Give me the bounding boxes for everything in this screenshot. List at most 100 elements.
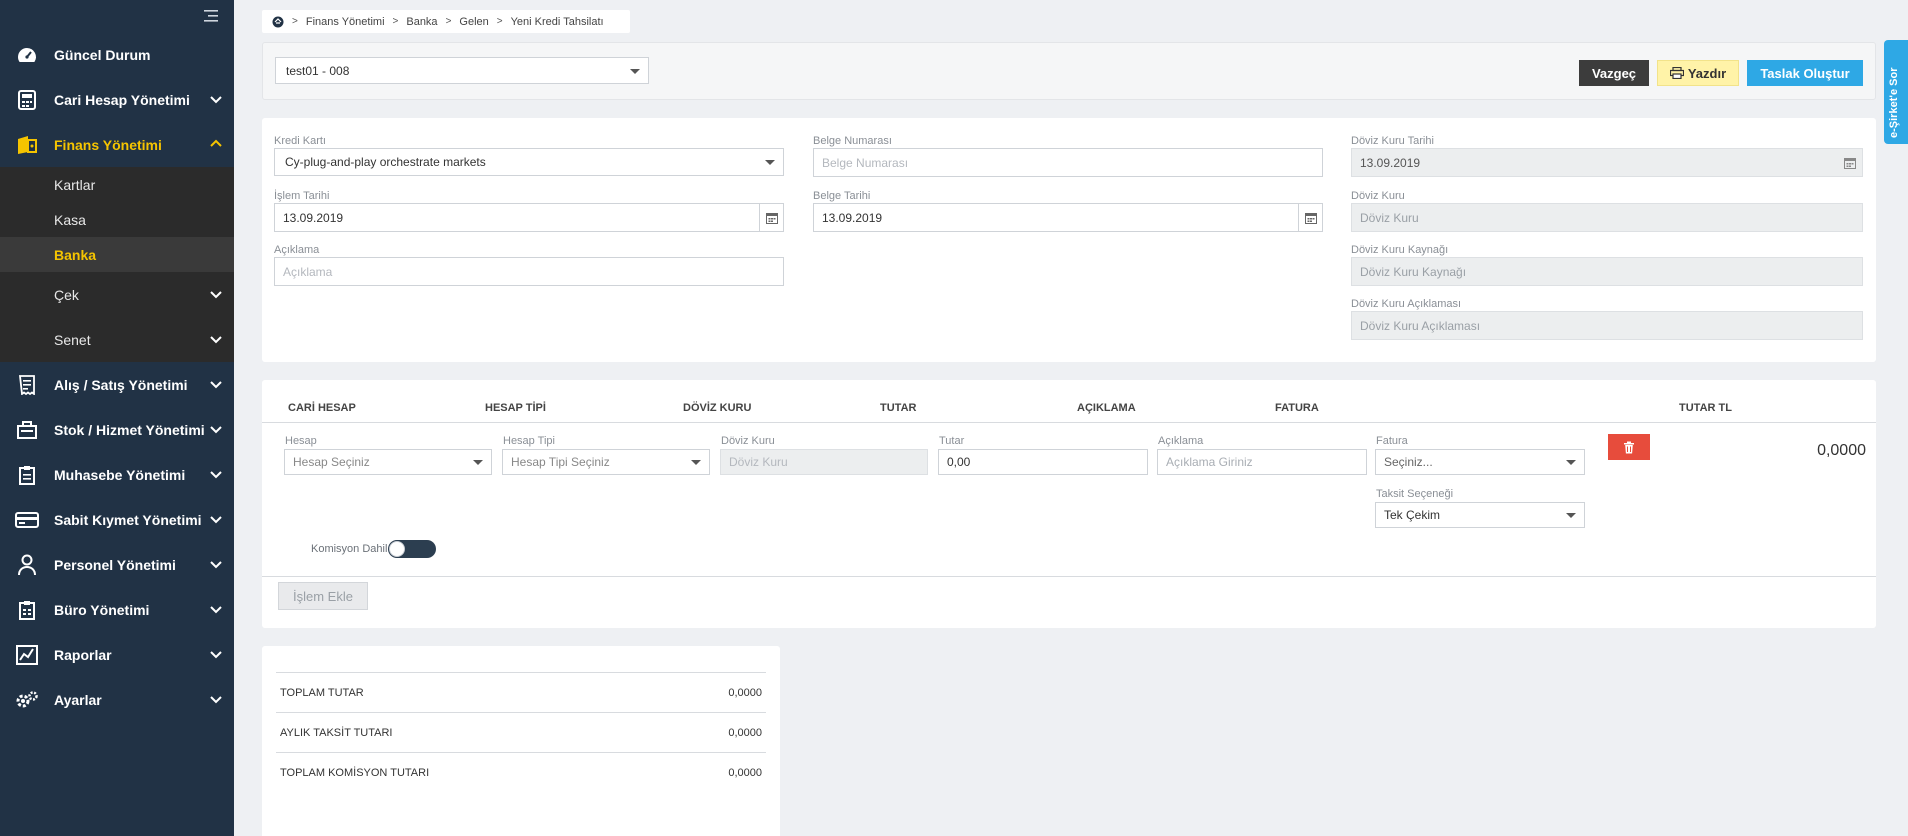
calendar-icon[interactable]: [759, 204, 783, 231]
line-description-input[interactable]: Açıklama Giriniz: [1157, 449, 1367, 475]
sidebar-item-label: Ayarlar: [54, 691, 102, 708]
line-fx-label: Döviz Kuru: [721, 435, 775, 447]
chevron-down-icon: [208, 601, 224, 617]
breadcrumb: > Finans Yönetimi > Banka > Gelen > Yeni…: [262, 10, 630, 33]
submenu-item-cek[interactable]: Çek: [0, 272, 234, 317]
sidebar-item-personel[interactable]: Personel Yönetimi: [0, 542, 234, 587]
calendar-icon: [1838, 149, 1862, 176]
submenu-item-kasa[interactable]: Kasa: [0, 202, 234, 237]
divider: [262, 422, 1876, 423]
sidebar-item-buro[interactable]: Büro Yönetimi: [0, 587, 234, 632]
line-fx-placeholder: Döviz Kuru: [729, 455, 788, 469]
menu-toggle-icon[interactable]: [202, 8, 224, 30]
sidebar-item-label: Personel Yönetimi: [54, 556, 176, 573]
column-header: FATURA: [1275, 402, 1319, 414]
chevron-down-icon: [208, 286, 224, 302]
amount-value: 0,00: [947, 455, 971, 469]
ask-company-label: e-Şirket'e Sor: [1888, 67, 1900, 138]
chevron-down-icon: [208, 466, 224, 482]
column-header: AÇIKLAMA: [1077, 402, 1136, 414]
sidebar-item-stok-hizmet[interactable]: Stok / Hizmet Yönetimi: [0, 407, 234, 452]
account-select[interactable]: Hesap Seçiniz: [284, 449, 492, 475]
submenu-label: Senet: [54, 331, 91, 348]
total-value: 0,0000: [728, 726, 762, 739]
sidebar-item-sabit-kiymet[interactable]: Sabit Kıymet Yönetimi: [0, 497, 234, 542]
caret-down-icon: [691, 460, 701, 465]
cancel-button[interactable]: Vazgeç: [1579, 60, 1649, 86]
total-value: 0,0000: [728, 766, 762, 779]
account-type-select[interactable]: Hesap Tipi Seçiniz: [502, 449, 710, 475]
document-number-input[interactable]: Belge Numarası: [813, 148, 1323, 177]
add-line-button[interactable]: İşlem Ekle: [278, 582, 368, 610]
sidebar-item-ayarlar[interactable]: Ayarlar: [0, 677, 234, 722]
record-select-value: test01 - 008: [286, 63, 350, 78]
amount-input[interactable]: 0,00: [938, 449, 1148, 475]
person-icon: [14, 554, 40, 576]
account-type-label: Hesap Tipi: [503, 435, 555, 447]
create-draft-button[interactable]: Taslak Oluştur: [1747, 60, 1863, 86]
breadcrumb-item[interactable]: Banka: [406, 16, 437, 28]
fx-rate-date-label: Döviz Kuru Tarihi: [1351, 135, 1434, 147]
account-type-value: Hesap Tipi Seçiniz: [511, 455, 610, 469]
commission-toggle[interactable]: [388, 540, 436, 558]
breadcrumb-separator: >: [496, 16, 503, 27]
document-date-input[interactable]: 13.09.2019: [813, 203, 1323, 232]
fx-rate-date-input: 13.09.2019: [1351, 148, 1863, 177]
amount-label: Tutar: [939, 435, 965, 447]
submenu-label: Banka: [54, 246, 97, 263]
document-date-value: 13.09.2019: [822, 210, 883, 225]
document-date-label: Belge Tarihi: [813, 190, 871, 202]
column-header: DÖVİZ KURU: [683, 402, 752, 414]
invoice-select[interactable]: Seçiniz...: [1375, 449, 1585, 475]
breadcrumb-separator: >: [445, 16, 452, 27]
description-input[interactable]: Açıklama: [274, 257, 784, 286]
installment-select[interactable]: Tek Çekim: [1375, 502, 1585, 528]
toggle-knob: [389, 541, 405, 557]
sidebar-item-cari-hesap[interactable]: Cari Hesap Yönetimi: [0, 77, 234, 122]
sidebar-item-alis-satis[interactable]: Alış / Satış Yönetimi: [0, 362, 234, 407]
credit-card-label: Kredi Kartı: [274, 135, 326, 147]
caret-down-icon: [765, 160, 775, 165]
sidebar-item-label: Sabit Kıymet Yönetimi: [54, 511, 202, 528]
create-draft-button-label: Taslak Oluştur: [1760, 65, 1850, 81]
breadcrumb-item[interactable]: Finans Yönetimi: [306, 16, 385, 28]
cancel-button-label: Vazgeç: [1591, 65, 1637, 81]
chevron-down-icon: [208, 421, 224, 437]
print-button[interactable]: Yazdır: [1657, 60, 1739, 86]
sidebar-item-guncel-durum[interactable]: Güncel Durum: [0, 32, 234, 77]
submenu-item-kartlar[interactable]: Kartlar: [0, 167, 234, 202]
breadcrumb-current: Yeni Kredi Tahsilatı: [510, 15, 604, 28]
divider: [262, 576, 1876, 577]
submenu-item-senet[interactable]: Senet: [0, 317, 234, 362]
calendar-icon[interactable]: [1298, 204, 1322, 231]
delete-line-button[interactable]: [1608, 434, 1650, 460]
chart-icon: [14, 644, 40, 666]
sidebar-item-muhasebe[interactable]: Muhasebe Yönetimi: [0, 452, 234, 497]
calculator-icon: [14, 89, 40, 111]
office-icon: [14, 599, 40, 621]
total-value: 0,0000: [728, 686, 762, 699]
finance-icon: [14, 134, 40, 156]
caret-down-icon: [473, 460, 483, 465]
home-icon[interactable]: [272, 16, 284, 28]
credit-card-select[interactable]: Cy-plug-and-play orchestrate markets: [274, 148, 784, 176]
sidebar-item-finans[interactable]: Finans Yönetimi: [0, 122, 234, 167]
record-select[interactable]: test01 - 008: [275, 57, 649, 84]
fx-description-placeholder: Döviz Kuru Açıklaması: [1360, 318, 1481, 333]
amount-tl-value: 0,0000: [1817, 442, 1866, 459]
installment-label: Taksit Seçeneği: [1376, 488, 1454, 500]
transaction-date-input[interactable]: 13.09.2019: [274, 203, 784, 232]
ask-company-tab[interactable]: e-Şirket'e Sor: [1884, 40, 1908, 144]
action-bar: test01 - 008 Vazgeç Yazdır Taslak Oluştu…: [262, 42, 1876, 100]
card-icon: [14, 509, 40, 531]
caret-down-icon: [630, 69, 640, 74]
line-description-placeholder: Açıklama Giriniz: [1166, 455, 1253, 469]
sidebar-item-raporlar[interactable]: Raporlar: [0, 632, 234, 677]
total-row: AYLIK TAKSİT TUTARI 0,0000: [276, 712, 766, 752]
receipt-icon: [14, 374, 40, 396]
breadcrumb-item[interactable]: Gelen: [459, 16, 488, 28]
sidebar-item-label: Raporlar: [54, 646, 112, 663]
chevron-down-icon: [208, 511, 224, 527]
submenu-item-banka[interactable]: Banka: [0, 237, 234, 272]
sidebar-item-label: Büro Yönetimi: [54, 601, 150, 618]
